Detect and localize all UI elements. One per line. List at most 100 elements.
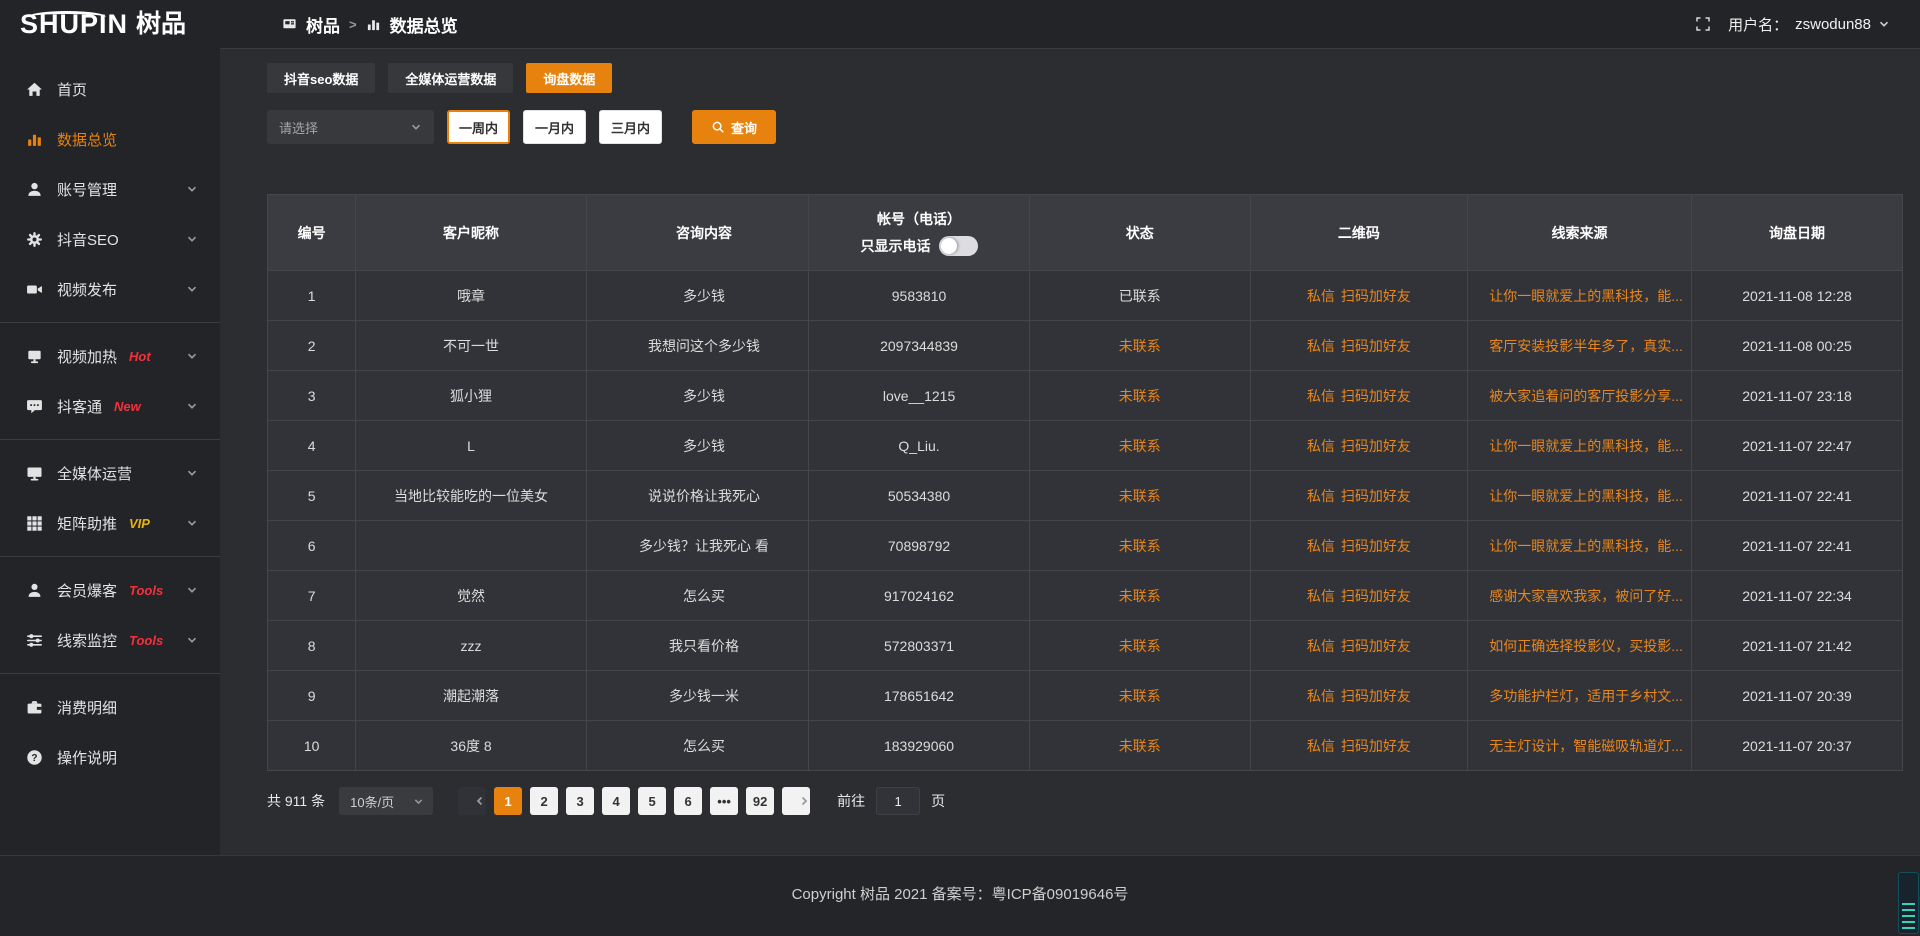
sidebar-item-account-management[interactable]: 账号管理 bbox=[0, 164, 220, 214]
col-qrcode: 二维码 bbox=[1250, 195, 1467, 271]
cell-account: 50534380 bbox=[809, 471, 1030, 521]
qr-private-message-link[interactable]: 私信 bbox=[1307, 688, 1335, 704]
sidebar-item-home[interactable]: 首页 bbox=[0, 64, 220, 114]
sidebar-item-consume-detail[interactable]: 消费明细 bbox=[0, 682, 220, 732]
col-account: 帐号（电话） 只显示电话 bbox=[809, 195, 1030, 271]
chevron-down-icon bbox=[186, 283, 198, 295]
qr-private-message-link[interactable]: 私信 bbox=[1307, 438, 1335, 454]
cell-date: 2021-11-07 23:18 bbox=[1692, 371, 1903, 421]
sidebar-item-douketong[interactable]: 抖客通New bbox=[0, 381, 220, 431]
cell-account: Q_Liu. bbox=[809, 421, 1030, 471]
total-count: 共 911 条 bbox=[267, 791, 325, 811]
sidebar-item-label: 线索监控 bbox=[57, 630, 117, 651]
cell-source: 让你一眼就爱上的黑科技，能... bbox=[1468, 471, 1692, 521]
page-size-select[interactable]: 10条/页 bbox=[339, 787, 433, 815]
source-link[interactable]: 多功能护栏灯，适用于乡村文... bbox=[1489, 688, 1683, 704]
floating-widget[interactable] bbox=[1898, 872, 1919, 934]
cell-account: 572803371 bbox=[809, 621, 1030, 671]
source-link[interactable]: 让你一眼就爱上的黑科技，能... bbox=[1489, 438, 1683, 454]
sidebar-item-operation-guide[interactable]: ?操作说明 bbox=[0, 732, 220, 782]
sliders-icon bbox=[26, 632, 43, 649]
sidebar-item-member-burst[interactable]: 会员爆客Tools bbox=[0, 565, 220, 615]
qr-scan-add-friend-link[interactable]: 扫码加好友 bbox=[1341, 288, 1411, 304]
tab-douyin-seo-data[interactable]: 抖音seo数据 bbox=[267, 63, 375, 93]
qr-scan-add-friend-link[interactable]: 扫码加好友 bbox=[1341, 338, 1411, 354]
video-icon bbox=[26, 281, 43, 298]
sidebar-item-matrix-boost[interactable]: 矩阵助推VIP bbox=[0, 498, 220, 548]
chevron-down-icon bbox=[186, 584, 198, 596]
logo-arc bbox=[28, 11, 106, 23]
account-select[interactable]: 请选择 bbox=[267, 110, 434, 144]
source-link[interactable]: 客厅安装投影半年多了，真实... bbox=[1489, 338, 1683, 354]
cell-id: 7 bbox=[268, 571, 356, 621]
cell-source: 感谢大家喜欢我家，被问了好... bbox=[1468, 571, 1692, 621]
source-link[interactable]: 被大家追着问的客厅投影分享... bbox=[1489, 388, 1683, 404]
sidebar-item-data-overview[interactable]: 数据总览 bbox=[0, 114, 220, 164]
page-button-6[interactable]: 6 bbox=[674, 787, 702, 815]
sidebar-item-video-publish[interactable]: 视频发布 bbox=[0, 264, 220, 314]
chevron-down-icon bbox=[186, 634, 198, 646]
qr-private-message-link[interactable]: 私信 bbox=[1307, 588, 1335, 604]
page-button-4[interactable]: 4 bbox=[602, 787, 630, 815]
goto-page-input[interactable] bbox=[876, 787, 920, 815]
sidebar-item-badge: Tools bbox=[129, 633, 163, 648]
page-button-3[interactable]: 3 bbox=[566, 787, 594, 815]
chevron-down-icon bbox=[186, 400, 198, 412]
source-link[interactable]: 感谢大家喜欢我家，被问了好... bbox=[1489, 588, 1683, 604]
source-link[interactable]: 让你一眼就爱上的黑科技，能... bbox=[1489, 538, 1683, 554]
goto-unit: 页 bbox=[931, 791, 945, 811]
sidebar-item-video-heat[interactable]: 视频加热Hot bbox=[0, 331, 220, 381]
page-button-92[interactable]: 92 bbox=[746, 787, 774, 815]
sidebar-item-label: 账号管理 bbox=[57, 179, 117, 200]
cell-status: 未联系 bbox=[1029, 721, 1250, 771]
qr-private-message-link[interactable]: 私信 bbox=[1307, 388, 1335, 404]
qr-private-message-link[interactable]: 私信 bbox=[1307, 638, 1335, 654]
fullscreen-icon[interactable] bbox=[1695, 16, 1711, 32]
page-button-1[interactable]: 1 bbox=[494, 787, 522, 815]
table-row: 4L多少钱Q_Liu.未联系私信扫码加好友让你一眼就爱上的黑科技，能...202… bbox=[268, 421, 1903, 471]
qr-scan-add-friend-link[interactable]: 扫码加好友 bbox=[1341, 538, 1411, 554]
prev-page-button[interactable] bbox=[458, 787, 486, 815]
sidebar-item-douyin-seo[interactable]: 抖音SEO bbox=[0, 214, 220, 264]
cell-status: 未联系 bbox=[1029, 471, 1250, 521]
user-menu[interactable]: 用户名：zswodun88 bbox=[1728, 14, 1890, 35]
qr-private-message-link[interactable]: 私信 bbox=[1307, 338, 1335, 354]
tab-media-operation-data[interactable]: 全媒体运营数据 bbox=[388, 63, 513, 93]
range-buttons: 一周内一月内三月内 bbox=[434, 110, 662, 144]
source-link[interactable]: 让你一眼就爱上的黑科技，能... bbox=[1489, 488, 1683, 504]
qr-scan-add-friend-link[interactable]: 扫码加好友 bbox=[1341, 438, 1411, 454]
source-link[interactable]: 无主灯设计，智能磁吸轨道灯... bbox=[1489, 738, 1683, 754]
sidebar-item-clue-monitor[interactable]: 线索监控 Tools bbox=[0, 615, 220, 665]
sidebar-item-media-operation[interactable]: 全媒体运营 bbox=[0, 448, 220, 498]
page-button-2[interactable]: 2 bbox=[530, 787, 558, 815]
qr-private-message-link[interactable]: 私信 bbox=[1307, 288, 1335, 304]
cell-status: 未联系 bbox=[1029, 521, 1250, 571]
qr-scan-add-friend-link[interactable]: 扫码加好友 bbox=[1341, 488, 1411, 504]
qr-scan-add-friend-link[interactable]: 扫码加好友 bbox=[1341, 738, 1411, 754]
range-button-one-month[interactable]: 一月内 bbox=[523, 110, 586, 144]
phone-only-toggle[interactable] bbox=[939, 236, 978, 256]
search-button[interactable]: 查询 bbox=[692, 110, 776, 144]
qr-private-message-link[interactable]: 私信 bbox=[1307, 538, 1335, 554]
qr-scan-add-friend-link[interactable]: 扫码加好友 bbox=[1341, 588, 1411, 604]
qr-private-message-link[interactable]: 私信 bbox=[1307, 738, 1335, 754]
page-button-5[interactable]: 5 bbox=[638, 787, 666, 815]
source-link[interactable]: 如何正确选择投影仪，买投影... bbox=[1489, 638, 1683, 654]
range-button-one-week[interactable]: 一周内 bbox=[447, 110, 510, 144]
page-ellipsis-button[interactable]: ••• bbox=[710, 787, 738, 815]
table-row: 6多少钱？让我死心 看70898792未联系私信扫码加好友让你一眼就爱上的黑科技… bbox=[268, 521, 1903, 571]
breadcrumb-home[interactable]: 树品 bbox=[306, 12, 340, 37]
chevron-down-icon bbox=[186, 350, 198, 362]
qr-scan-add-friend-link[interactable]: 扫码加好友 bbox=[1341, 388, 1411, 404]
tab-inquiry-data[interactable]: 询盘数据 bbox=[526, 63, 612, 93]
qr-scan-add-friend-link[interactable]: 扫码加好友 bbox=[1341, 688, 1411, 704]
next-page-button[interactable] bbox=[782, 787, 810, 815]
filter-bar: 请选择 一周内一月内三月内 查询 bbox=[267, 110, 1903, 144]
cell-nickname: 哦章 bbox=[356, 271, 587, 321]
qr-scan-add-friend-link[interactable]: 扫码加好友 bbox=[1341, 638, 1411, 654]
cell-content: 说说价格让我死心 bbox=[586, 471, 808, 521]
range-button-three-months[interactable]: 三月内 bbox=[599, 110, 662, 144]
tabs: 抖音seo数据全媒体运营数据询盘数据 bbox=[267, 63, 1903, 93]
source-link[interactable]: 让你一眼就爱上的黑科技，能... bbox=[1489, 288, 1683, 304]
qr-private-message-link[interactable]: 私信 bbox=[1307, 488, 1335, 504]
